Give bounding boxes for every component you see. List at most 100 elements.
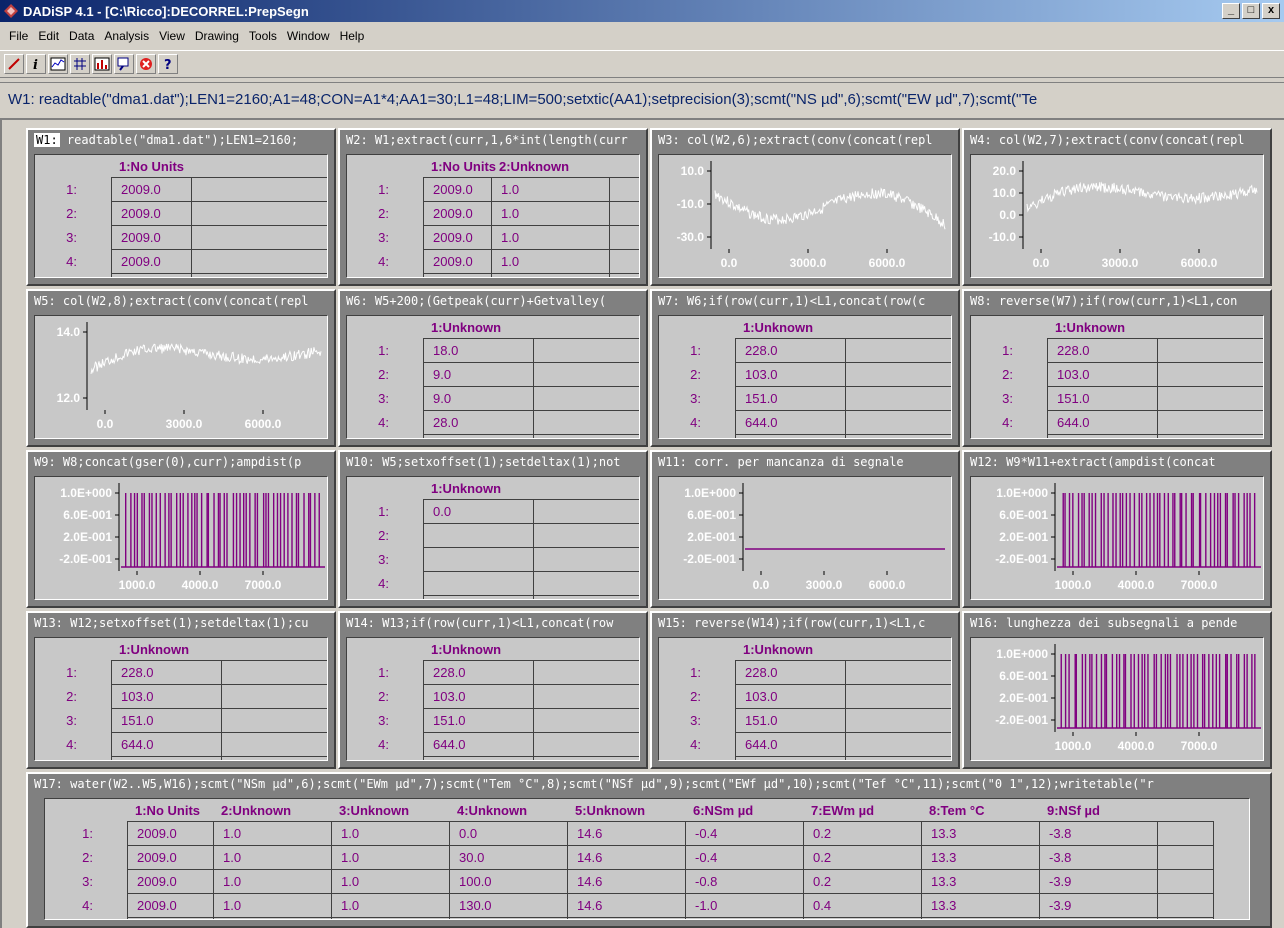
table-cell[interactable]: 644.0 (433, 737, 466, 752)
table-cell[interactable]: 2009.0 (121, 206, 161, 221)
window-w15[interactable]: W15: reverse(W14);if(row(curr,1)<L1,c 1:… (650, 611, 960, 769)
table-cell[interactable]: -3.9 (1049, 874, 1071, 889)
table-cell[interactable]: 2009.0 (433, 182, 473, 197)
table-cell[interactable]: 14.6 (577, 826, 602, 841)
plot-w11[interactable]: 1.0E+000 6.0E-001 2.0E-001 -2.0E-001 0.0 3000… (658, 476, 952, 600)
plot-w3[interactable]: 10.0 -10.0 -30.0 0.0 3000.0 6000.0 (658, 154, 952, 278)
table-w8[interactable]: 1:Unknown 1: 228.0 2: 103.0 3: 151.0 4: 644.0 (970, 315, 1264, 439)
window-w7[interactable]: W7: W6;if(row(curr,1)<L1,concat(row(c 1:… (650, 289, 960, 447)
table-cell[interactable]: -3.9 (1049, 898, 1071, 913)
window-w10[interactable]: W10: W5;setxoffset(1);setdeltax(1);not 1… (338, 450, 648, 608)
table-w7[interactable]: 1:Unknown 1: 228.0 2: 103.0 3: 151.0 4: 644.0 (658, 315, 952, 439)
table-cell[interactable]: 0.2 (813, 850, 831, 865)
table-cell[interactable]: 151.0 (745, 391, 778, 406)
table-cell[interactable]: 228.0 (433, 665, 466, 680)
table-cell[interactable]: 1.0 (223, 898, 241, 913)
table-cell[interactable]: 2009.0 (121, 254, 161, 269)
table-cell[interactable]: 2009.0 (121, 230, 161, 245)
stop-button[interactable] (136, 54, 156, 74)
window-w14[interactable]: W14: W13;if(row(curr,1)<L1,concat(row 1:… (338, 611, 648, 769)
table-cell[interactable]: 0.0 (433, 504, 451, 519)
histogram-button[interactable] (92, 54, 112, 74)
table-cell[interactable]: 1.0 (341, 874, 359, 889)
table-cell[interactable]: 1.0 (501, 254, 519, 269)
table-cell[interactable]: 28.0 (433, 415, 458, 430)
table-cell[interactable]: 9.0 (433, 367, 451, 382)
grid-button[interactable] (70, 54, 90, 74)
table-cell[interactable]: 1.0 (341, 826, 359, 841)
command-line[interactable]: W1: readtable("dma1.dat");LEN1=2160;A1=4… (0, 82, 1284, 116)
table-w15[interactable]: 1:Unknown 1: 228.0 2: 103.0 3: 151.0 4: 644.0 (658, 637, 952, 761)
table-cell[interactable]: 0.2 (813, 826, 831, 841)
menu-tools[interactable]: Tools (244, 27, 282, 45)
window-w4[interactable]: W4: col(W2,7);extract(conv(concat(repl 2… (962, 128, 1272, 286)
table-cell[interactable]: 644.0 (121, 737, 154, 752)
table-cell[interactable]: 13.3 (931, 898, 956, 913)
table-w17[interactable]: 1:No Units 2:Unknown 3:Unknown 4:Unknown 5:U… (44, 798, 1250, 920)
window-w13[interactable]: W13: W12;setxoffset(1);setdeltax(1);cu 1… (26, 611, 336, 769)
table-cell[interactable]: 1.0 (223, 826, 241, 841)
menu-drawing[interactable]: Drawing (190, 27, 244, 45)
table-cell[interactable]: -3.8 (1049, 850, 1071, 865)
menu-analysis[interactable]: Analysis (99, 27, 154, 45)
window-w2[interactable]: W2: W1;extract(curr,1,6*int(length(curr … (338, 128, 648, 286)
table-cell[interactable]: 1.0 (501, 206, 519, 221)
menu-file[interactable]: File (4, 27, 33, 45)
info-button[interactable]: i (26, 54, 46, 74)
table-cell[interactable]: -0.8 (695, 874, 717, 889)
menu-view[interactable]: View (154, 27, 190, 45)
window-w8[interactable]: W8: reverse(W7);if(row(curr,1)<L1,con 1:… (962, 289, 1272, 447)
table-cell[interactable]: 2009.0 (137, 850, 177, 865)
table-cell[interactable]: 9.0 (433, 391, 451, 406)
table-cell[interactable]: 228.0 (745, 343, 778, 358)
table-cell[interactable]: 151.0 (433, 713, 466, 728)
table-cell[interactable]: 18.0 (433, 343, 458, 358)
table-w10[interactable]: 1:Unknown 1: 0.0 2: 3: 4: (346, 476, 640, 600)
window-w16[interactable]: W16: lunghezza dei subsegnali a pende 1.… (962, 611, 1272, 769)
menu-window[interactable]: Window (282, 27, 335, 45)
table-cell[interactable]: -0.4 (695, 826, 717, 841)
table-cell[interactable]: 103.0 (745, 689, 778, 704)
pencil-button[interactable] (4, 54, 24, 74)
table-cell[interactable]: 14.6 (577, 850, 602, 865)
table-cell[interactable]: 13.3 (931, 874, 956, 889)
table-cell[interactable]: 644.0 (745, 737, 778, 752)
table-cell[interactable]: 14.6 (577, 898, 602, 913)
table-w2[interactable]: 1:No Units 2:Unknown 1: 2009.0 1.0 2: 2009.0 1.… (346, 154, 640, 278)
window-w9[interactable]: W9: W8;concat(gser(0),curr);ampdist(p 1.… (26, 450, 336, 608)
table-cell[interactable]: 228.0 (745, 665, 778, 680)
table-cell[interactable]: 1.0 (501, 230, 519, 245)
table-cell[interactable]: 2009.0 (137, 898, 177, 913)
table-cell[interactable]: -1.0 (695, 898, 717, 913)
window-w6[interactable]: W6: W5+200;(Getpeak(curr)+Getvalley( 1:U… (338, 289, 648, 447)
table-cell[interactable]: 103.0 (433, 689, 466, 704)
table-cell[interactable]: 14.6 (577, 874, 602, 889)
table-cell[interactable]: 644.0 (1057, 415, 1090, 430)
table-w1[interactable]: 1:No Units 1: 2009.0 2: 2009.0 3: 2009.0 4: 2009… (34, 154, 328, 278)
menu-help[interactable]: Help (335, 27, 370, 45)
table-cell[interactable]: 2009.0 (137, 826, 177, 841)
table-cell[interactable]: 103.0 (121, 689, 154, 704)
window-w11[interactable]: W11: corr. per mancanza di segnale 1.0E+… (650, 450, 960, 608)
plot-w9[interactable]: 1.0E+000 6.0E-001 2.0E-001 -2.0E-001 1000.0 4… (34, 476, 328, 600)
table-cell[interactable]: 1.0 (223, 850, 241, 865)
window-w1[interactable]: W1: readtable("dma1.dat");LEN1=2160; 1:N… (26, 128, 336, 286)
window-w3[interactable]: W3: col(W2,6);extract(conv(concat(repl 1… (650, 128, 960, 286)
plot-w5[interactable]: 14.0 12.0 0.0 3000.0 6000.0 (34, 315, 328, 439)
table-cell[interactable]: 2009.0 (433, 230, 473, 245)
minimize-button[interactable]: _ (1222, 3, 1240, 19)
table-cell[interactable]: 151.0 (121, 713, 154, 728)
plot-w4[interactable]: 20.0 10.0 0.0 -10.0 0.0 3000.0 6000.0 (970, 154, 1264, 278)
table-cell[interactable]: 2009.0 (121, 182, 161, 197)
table-cell[interactable]: 2009.0 (433, 254, 473, 269)
help-button[interactable]: ? (158, 54, 178, 74)
table-cell[interactable]: 13.3 (931, 850, 956, 865)
close-button[interactable]: x (1262, 3, 1280, 19)
zoom-button[interactable] (114, 54, 134, 74)
table-cell[interactable]: -0.4 (695, 850, 717, 865)
table-w6[interactable]: 1:Unknown 1: 18.0 2: 9.0 3: 9.0 4: 28.0 (346, 315, 640, 439)
plot-w12[interactable]: 1.0E+000 6.0E-001 2.0E-001 -2.0E-001 1000.0 4… (970, 476, 1264, 600)
table-cell[interactable]: 1.0 (341, 898, 359, 913)
table-cell[interactable]: 2009.0 (433, 206, 473, 221)
table-cell[interactable]: 13.3 (931, 826, 956, 841)
